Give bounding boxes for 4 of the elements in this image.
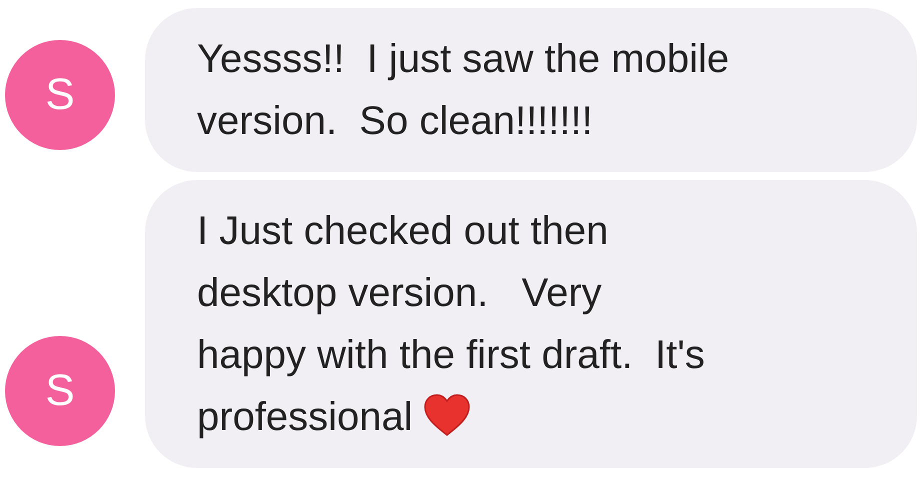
avatar: S — [5, 336, 115, 446]
message-text: Yessss!! I just saw the mobile version. So clean!!!!!!! — [197, 36, 730, 145]
avatar: S — [5, 40, 115, 150]
message-text: I Just checked out then desktop version. Very happy with the first draft. It's professional — [197, 208, 706, 441]
